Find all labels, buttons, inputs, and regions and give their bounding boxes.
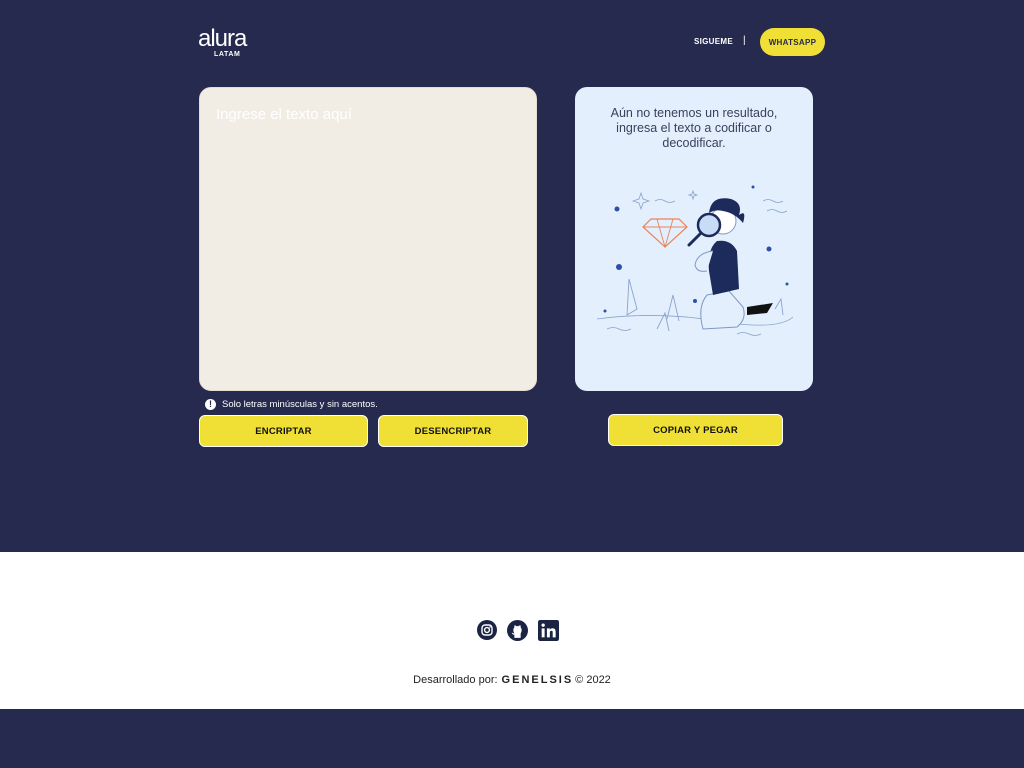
copy-paste-button[interactable]: COPIAR Y PEGAR xyxy=(608,414,783,446)
main-section: alura LATAM SIGUEME | WHATSAPP ! Solo le… xyxy=(0,0,1024,552)
input-hint: ! Solo letras minúsculas y sin acentos. xyxy=(205,397,378,411)
bottom-bar xyxy=(0,709,1024,768)
logo-wordmark: alura xyxy=(198,25,247,52)
encrypt-button[interactable]: ENCRIPTAR xyxy=(199,415,368,447)
logo-subtitle: LATAM xyxy=(214,51,241,58)
person-magnifier-illustration xyxy=(597,185,793,336)
follow-link[interactable]: SIGUEME xyxy=(694,37,733,46)
decrypt-button[interactable]: DESENCRIPTAR xyxy=(378,415,528,447)
nav-separator: | xyxy=(743,35,746,46)
result-panel: Aún no tenemos un resultado, ingresa el … xyxy=(575,87,813,391)
github-icon[interactable] xyxy=(506,619,528,641)
copyright: © 2022 xyxy=(575,674,611,686)
developer-brand: GENELSIS xyxy=(501,674,574,686)
instagram-icon[interactable] xyxy=(476,619,498,641)
whatsapp-button[interactable]: WHATSAPP xyxy=(760,28,825,56)
empty-result-message: Aún no tenemos un resultado, ingresa el … xyxy=(610,106,778,150)
exclamation-icon: ! xyxy=(205,398,216,410)
developed-by-label: Desarrollado por: xyxy=(413,674,498,686)
hint-text: Solo letras minúsculas y sin acentos. xyxy=(222,398,378,410)
alura-logo[interactable]: alura LATAM xyxy=(198,26,258,62)
footer: Desarrollado por: GENELSIS © 2022 xyxy=(0,552,1024,709)
linkedin-icon[interactable] xyxy=(537,619,559,641)
credits: Desarrollado por: GENELSIS © 2022 xyxy=(0,674,1024,686)
message-input[interactable] xyxy=(199,87,537,391)
